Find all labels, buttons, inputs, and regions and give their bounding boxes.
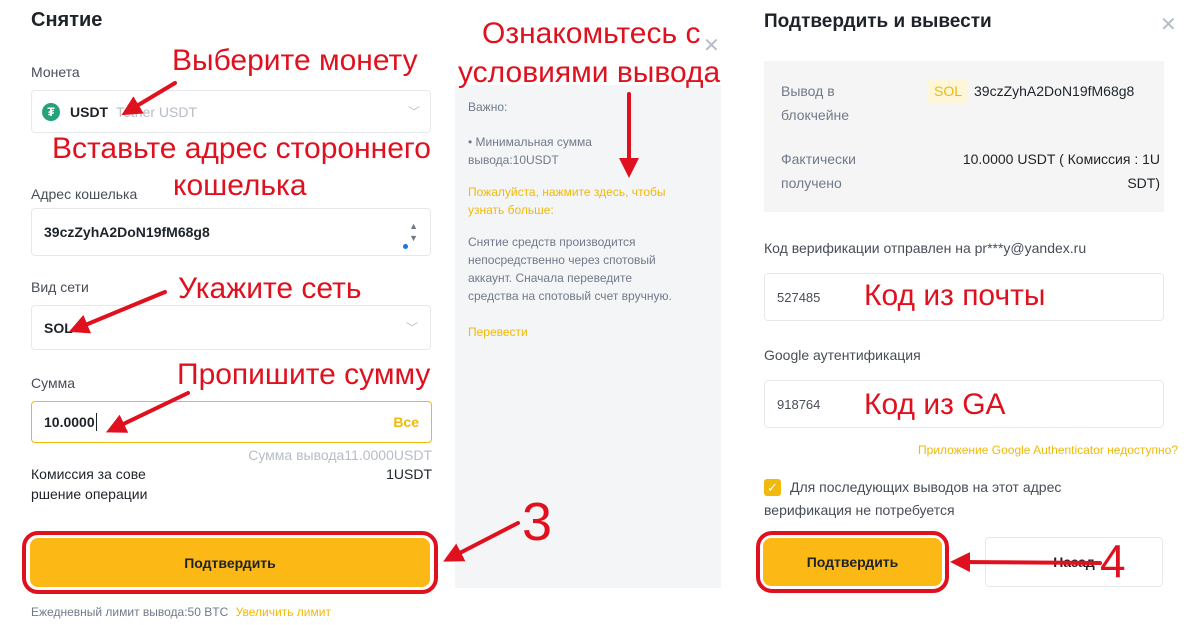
address-label: Адрес кошелька — [31, 186, 138, 202]
annotation-paste-address-line1: Вставьте адрес стороннего — [52, 132, 431, 165]
received-value-line2: SDT) — [1127, 175, 1160, 191]
skip-verification-checkbox[interactable]: ✓ — [764, 479, 781, 496]
spot-info-line4: средства на спотовый счет вручную. — [468, 289, 672, 303]
confirm-withdraw-title: Подтвердить и вывести — [764, 11, 992, 32]
usdt-icon: ₮ — [42, 102, 60, 121]
network-label: Вид сети — [31, 279, 89, 295]
daily-limit: Ежедневный лимит вывода:50 BTC Увеличить… — [31, 605, 331, 619]
network-value: SOL — [44, 319, 73, 336]
confirm-button-right[interactable]: Подтвердить — [763, 538, 942, 586]
address-input[interactable]: 39czZyhA2DoN19fM68g8 ▲ ▼ — [31, 208, 431, 256]
chevron-down-icon: ﹀ — [407, 105, 420, 119]
received-value-line1: 10.0000 USDT ( Комиссия : 1U — [962, 151, 1160, 167]
coin-label: Монета — [31, 64, 80, 80]
annotation-step-3: 3 — [522, 492, 553, 552]
arrow-down-icon[interactable]: ▼ — [409, 232, 418, 244]
withdraw-title: Снятие — [31, 9, 103, 31]
email-code-value: 527485 — [777, 290, 821, 305]
skip-verification-line1: Для последующих выводов на этот адрес — [790, 479, 1062, 495]
chain-label-line1: Вывод в — [781, 83, 835, 99]
coin-name: Tether USDT — [116, 103, 198, 120]
address-value: 39czZyhA2DoN19fM68g8 — [44, 224, 210, 240]
annotation-choose-coin: Выберите монету — [172, 44, 418, 77]
spot-info-line3: аккаунт. Сначала переведите — [468, 271, 632, 285]
textarea-spinner[interactable]: ▲ ▼ — [409, 220, 418, 244]
arrow-up-icon[interactable]: ▲ — [409, 220, 418, 232]
chain-label-line2: блокчейне — [781, 107, 850, 123]
chain-value: SOL 39czZyhA2DoN19fM68g8 — [928, 79, 1134, 103]
withdraw-sum: Сумма вывода11.0000USDT — [248, 447, 432, 463]
back-button[interactable]: Назад — [985, 537, 1163, 587]
amount-value: 10.0000 — [44, 414, 95, 430]
annotation-ga-code: Код из GA — [864, 388, 1006, 421]
close-icon[interactable]: ✕ — [703, 33, 720, 58]
annotation-read-terms-line1: Ознакомьтесь с — [482, 17, 701, 50]
important-heading: Важно: — [468, 100, 508, 114]
resize-dot — [403, 244, 408, 249]
fee-label-line2: ршение операции — [31, 486, 148, 502]
learn-more-link-line1[interactable]: Пожалуйста, нажмите здесь, чтобы — [468, 183, 666, 201]
skip-verification-line2: верификация не потребуется — [764, 502, 955, 518]
ga-label: Google аутентификация — [764, 347, 921, 363]
coin-symbol: USDT — [70, 103, 109, 120]
chevron-down-icon: ﹀ — [405, 321, 418, 335]
min-amount-line1: • Минимальная сумма — [468, 135, 592, 149]
confirm-button-left[interactable]: Подтвердить — [30, 538, 430, 587]
ga-unavailable-link[interactable]: Приложение Google Authenticator недоступ… — [884, 443, 1178, 457]
network-badge: SOL — [928, 79, 969, 103]
annotation-read-terms-line2: условиями вывода — [458, 56, 721, 89]
close-icon[interactable]: ✕ — [1160, 12, 1177, 37]
learn-more-link-line2[interactable]: узнать больше: — [468, 201, 554, 219]
email-code-note: Код верификации отправлен на pr***y@yand… — [764, 240, 1087, 256]
amount-label: Сумма — [31, 375, 75, 391]
min-amount-line2: вывода:10USDT — [468, 153, 559, 167]
amount-all-button[interactable]: Все — [393, 414, 419, 430]
coin-select[interactable]: ₮ USDT Tether USDT ﹀ — [31, 90, 431, 133]
annotation-email-code: Код из почты — [864, 279, 1046, 312]
fee-label-line1: Комиссия за сове — [31, 466, 146, 482]
annotation-network: Укажите сеть — [178, 272, 362, 305]
received-label-line2: получено — [781, 175, 842, 191]
daily-limit-text: Ежедневный лимит вывода:50 BTC — [31, 605, 229, 619]
spot-info-line1: Снятие средств производится — [468, 235, 636, 249]
annotation-step-4: 4 — [1100, 535, 1126, 587]
amount-input[interactable]: 10.0000 Все — [31, 401, 432, 443]
text-caret — [95, 413, 97, 431]
transfer-link[interactable]: Перевести — [468, 323, 528, 341]
annotation-paste-address-line2: кошелька — [173, 169, 307, 202]
chain-address: 39czZyhA2DoN19fM68g8 — [974, 83, 1135, 99]
increase-limit-link[interactable]: Увеличить лимит — [236, 605, 331, 619]
spot-info-line2: непосредственно через спотовый — [468, 253, 656, 267]
ga-code-value: 918764 — [777, 397, 821, 412]
received-label-line1: Фактически — [781, 151, 856, 167]
annotation-amount: Пропишите сумму — [177, 358, 431, 391]
fee-value: 1USDT — [386, 466, 432, 482]
network-select[interactable]: SOL ﹀ — [31, 305, 431, 350]
